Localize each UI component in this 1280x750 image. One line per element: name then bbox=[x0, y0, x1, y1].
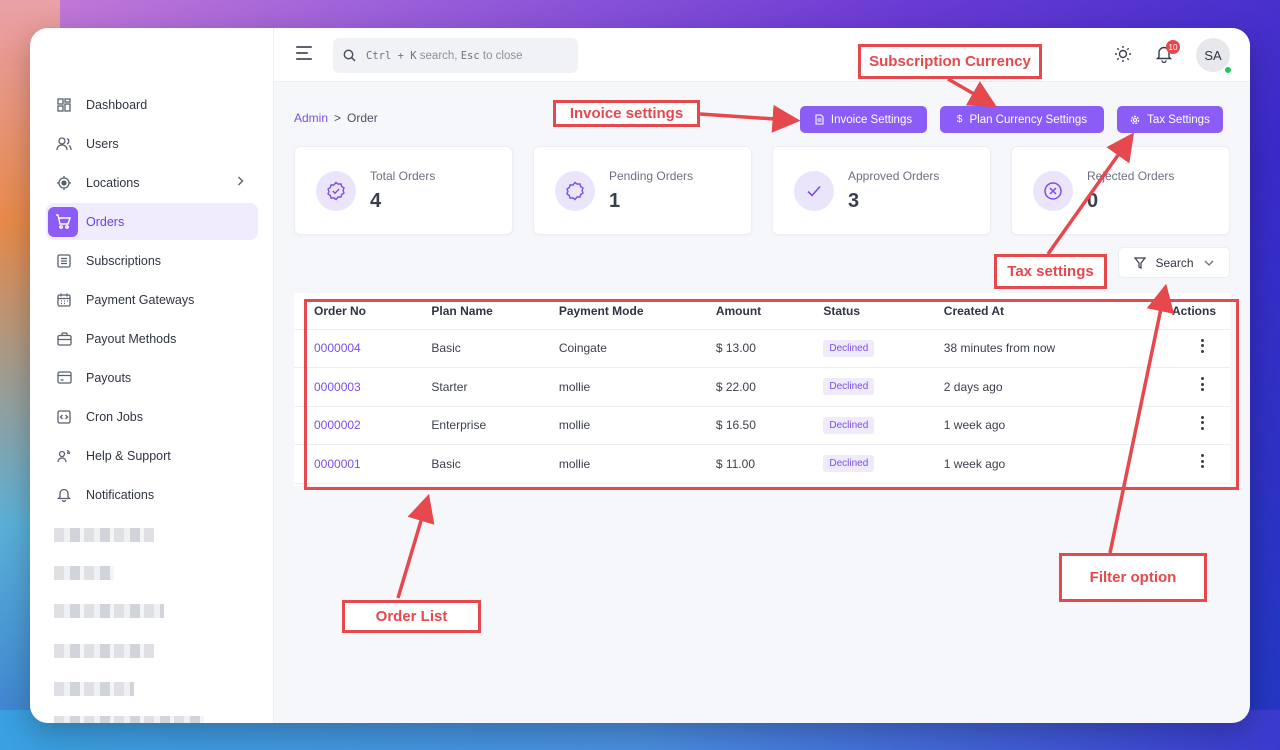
sidebar-item-subscriptions[interactable]: Subscriptions bbox=[46, 242, 258, 279]
sidebar-item-users[interactable]: Users bbox=[46, 125, 258, 162]
badge-icon bbox=[555, 171, 595, 211]
sidebar-item-label: Cron Jobs bbox=[86, 409, 143, 424]
bell-icon bbox=[56, 487, 72, 503]
sidebar-item-label: Dashboard bbox=[86, 97, 148, 112]
invoice-settings-label: Invoice Settings bbox=[830, 113, 913, 126]
search-shortcut-esc: Esc bbox=[460, 49, 480, 62]
sidebar-nav: Dashboard Users Locations Orders Subscri… bbox=[46, 86, 258, 515]
cart-icon bbox=[48, 206, 78, 237]
stat-card-rejected-orders: Rejected Orders 0 bbox=[1011, 146, 1230, 235]
sidebar-item-dashboard[interactable]: Dashboard bbox=[46, 86, 258, 123]
credit-card-icon bbox=[56, 370, 72, 386]
blurred-item bbox=[54, 644, 154, 658]
sidebar-item-label: Payout Methods bbox=[86, 331, 177, 346]
sidebar-item-label: Users bbox=[86, 136, 119, 151]
annotation-invoice-settings: Invoice settings bbox=[553, 100, 700, 127]
sidebar: Dashboard Users Locations Orders Subscri… bbox=[30, 28, 274, 723]
filter-icon bbox=[1134, 256, 1147, 269]
dollar-icon: $ bbox=[956, 114, 963, 125]
subscriptions-icon bbox=[56, 253, 72, 269]
search-hint: search, bbox=[419, 49, 458, 62]
topbar: Ctrl + K search, Esc to close 10 SA bbox=[274, 28, 1250, 82]
stat-card-approved-orders: Approved Orders 3 bbox=[772, 146, 991, 235]
annotation-filter-option: Filter option bbox=[1059, 553, 1207, 602]
invoice-settings-button[interactable]: Invoice Settings bbox=[800, 106, 927, 133]
sidebar-item-label: Notifications bbox=[86, 487, 155, 502]
stat-value: 0 bbox=[1087, 190, 1099, 212]
x-circle-icon bbox=[1033, 171, 1073, 211]
search-shortcut: Ctrl + K bbox=[366, 49, 417, 62]
briefcase-icon bbox=[56, 331, 72, 347]
arrow-order-list bbox=[396, 493, 435, 599]
search-filter-button[interactable]: Search bbox=[1118, 247, 1230, 278]
sidebar-item-help-support[interactable]: Help & Support bbox=[46, 437, 258, 474]
stat-card-total-orders: Total Orders 4 bbox=[294, 146, 513, 235]
blurred-item bbox=[54, 528, 154, 542]
search-input[interactable]: Ctrl + K search, Esc to close bbox=[333, 38, 578, 73]
stat-label: Approved Orders bbox=[848, 169, 940, 183]
sidebar-item-payouts[interactable]: Payouts bbox=[46, 359, 258, 396]
breadcrumb: Admin > Order bbox=[294, 111, 378, 125]
search-icon bbox=[343, 49, 356, 62]
tax-settings-label: Tax Settings bbox=[1147, 113, 1210, 126]
sidebar-item-notifications[interactable]: Notifications bbox=[46, 476, 258, 513]
stat-label: Pending Orders bbox=[609, 169, 694, 183]
gear-icon bbox=[1130, 115, 1140, 125]
menu-icon[interactable] bbox=[296, 46, 312, 64]
blurred-item bbox=[54, 682, 134, 696]
blurred-item bbox=[54, 716, 204, 723]
notification-count-badge: 10 bbox=[1166, 40, 1180, 54]
breadcrumb-current: Order bbox=[347, 111, 378, 125]
breadcrumb-root-link[interactable]: Admin bbox=[294, 111, 328, 125]
stat-card-pending-orders: Pending Orders 1 bbox=[533, 146, 752, 235]
sidebar-item-cron-jobs[interactable]: Cron Jobs bbox=[46, 398, 258, 435]
badge-check-icon bbox=[316, 171, 356, 211]
sidebar-item-label: Payouts bbox=[86, 370, 132, 385]
stat-value: 4 bbox=[370, 190, 382, 212]
annotation-tax-settings: Tax settings bbox=[994, 254, 1107, 289]
annotation-subscription-currency: Subscription Currency bbox=[858, 44, 1042, 79]
sidebar-item-label: Locations bbox=[86, 175, 140, 190]
breadcrumb-separator: > bbox=[334, 111, 342, 125]
stat-value: 1 bbox=[609, 190, 621, 212]
sidebar-item-locations[interactable]: Locations bbox=[46, 164, 258, 201]
calendar-icon bbox=[56, 292, 72, 308]
blurred-item bbox=[54, 604, 164, 618]
sidebar-item-orders[interactable]: Orders bbox=[46, 203, 258, 240]
sidebar-item-payment-gateways[interactable]: Payment Gateways bbox=[46, 281, 258, 318]
plan-currency-settings-button[interactable]: $ Plan Currency Settings bbox=[940, 106, 1104, 133]
sidebar-item-label: Payment Gateways bbox=[86, 292, 195, 307]
search-hint-close: to close bbox=[482, 49, 523, 62]
support-icon bbox=[56, 448, 72, 464]
blurred-item bbox=[54, 566, 114, 580]
code-icon bbox=[56, 409, 72, 425]
sidebar-item-label: Subscriptions bbox=[86, 253, 162, 268]
tax-settings-button[interactable]: Tax Settings bbox=[1117, 106, 1223, 133]
annotation-order-list: Order List bbox=[342, 600, 481, 633]
sidebar-item-label: Orders bbox=[86, 214, 125, 229]
online-status-dot bbox=[1224, 66, 1232, 74]
dashboard-icon bbox=[56, 97, 72, 113]
theme-toggle-sun-icon[interactable] bbox=[1114, 45, 1132, 68]
app-window: Dashboard Users Locations Orders Subscri… bbox=[30, 28, 1250, 723]
users-icon bbox=[56, 136, 72, 152]
stat-label: Rejected Orders bbox=[1087, 169, 1175, 183]
search-filter-label: Search bbox=[1155, 255, 1194, 270]
sidebar-item-label: Help & Support bbox=[86, 448, 171, 463]
check-icon bbox=[794, 171, 834, 211]
order-list-highlight-box bbox=[304, 299, 1239, 490]
arrow-invoice-settings bbox=[699, 104, 801, 133]
stat-label: Total Orders bbox=[370, 169, 436, 183]
stat-value: 3 bbox=[848, 190, 860, 212]
chevron-down-icon bbox=[1204, 260, 1214, 266]
document-icon bbox=[815, 114, 824, 125]
location-icon bbox=[56, 175, 72, 191]
sidebar-item-payout-methods[interactable]: Payout Methods bbox=[46, 320, 258, 357]
plan-currency-settings-label: Plan Currency Settings bbox=[969, 113, 1088, 126]
arrow-subscription-currency bbox=[947, 77, 998, 108]
chevron-right-icon bbox=[237, 175, 244, 189]
